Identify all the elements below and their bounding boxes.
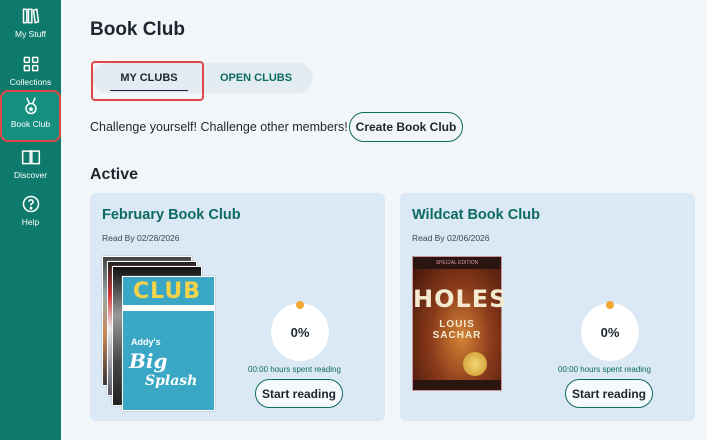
cover-club-word: CLUB bbox=[133, 279, 202, 304]
tab-underline bbox=[110, 89, 188, 91]
challenge-text: Challenge yourself! Challenge other memb… bbox=[90, 120, 348, 134]
progress-indicator bbox=[606, 301, 614, 309]
sidebar-item-label: Help bbox=[21, 217, 40, 227]
tab-label: MY CLUBS bbox=[120, 72, 178, 84]
club-tabs: MY CLUBS OPEN CLUBS bbox=[91, 61, 313, 101]
club-title[interactable]: February Book Club bbox=[102, 207, 241, 223]
cover-title-bottom: Splash bbox=[145, 373, 198, 389]
sidebar-item-label: Collections bbox=[9, 77, 52, 87]
book-cover: CLUB Addy's Big Splash bbox=[122, 276, 215, 411]
tab-label: OPEN CLUBS bbox=[219, 72, 293, 84]
book-cover-stack[interactable]: CLUB Addy's Big Splash bbox=[102, 256, 217, 416]
club-due-date: Read By 02/28/2026 bbox=[102, 233, 180, 243]
sidebar-item-label: Discover bbox=[13, 170, 48, 180]
club-card: Wildcat Book Club Read By 02/06/2026 SPE… bbox=[400, 193, 695, 421]
help-icon bbox=[22, 195, 39, 213]
progress-indicator bbox=[296, 301, 304, 309]
start-reading-button[interactable]: Start reading bbox=[255, 379, 343, 408]
cover-title-mid: Big bbox=[129, 349, 168, 373]
cover-title-top: Addy's bbox=[131, 337, 161, 347]
active-section-title: Active bbox=[90, 166, 139, 183]
sidebar-item-help[interactable]: Help bbox=[0, 190, 61, 238]
hours-spent: 00:00 hours spent reading bbox=[558, 365, 651, 374]
tab-open-clubs[interactable]: OPEN CLUBS bbox=[202, 63, 310, 93]
club-card: February Book Club Read By 02/28/2026 CL… bbox=[90, 193, 385, 421]
tab-my-clubs[interactable]: MY CLUBS bbox=[95, 63, 203, 93]
sidebar: My Stuff Collections Book Club Discover … bbox=[0, 0, 61, 440]
cover-footer bbox=[413, 380, 501, 390]
club-title[interactable]: Wildcat Book Club bbox=[412, 207, 540, 223]
main-content: Book Club MY CLUBS OPEN CLUBS Challenge … bbox=[61, 0, 707, 440]
cover-author: LOUIS SACHAR bbox=[432, 319, 482, 341]
start-reading-button[interactable]: Start reading bbox=[565, 379, 653, 408]
cover-title: HOLES bbox=[413, 285, 508, 313]
hours-spent: 00:00 hours spent reading bbox=[248, 365, 341, 374]
club-due-date: Read By 02/06/2026 bbox=[412, 233, 490, 243]
book-cover[interactable]: SPECIAL EDITION HOLES LOUIS SACHAR bbox=[412, 256, 508, 391]
grid-icon bbox=[23, 56, 38, 72]
page-title: Book Club bbox=[90, 19, 185, 40]
cover-stripe bbox=[123, 305, 214, 311]
medal-icon bbox=[24, 97, 37, 115]
award-medal-icon bbox=[463, 352, 487, 376]
sidebar-item-label: Book Club bbox=[10, 119, 51, 129]
sidebar-item-discover[interactable]: Discover bbox=[0, 143, 61, 191]
create-book-club-button[interactable]: Create Book Club bbox=[349, 112, 463, 142]
books-icon bbox=[22, 8, 39, 24]
cover-edition: SPECIAL EDITION bbox=[413, 257, 501, 269]
progress-circle: 0% bbox=[271, 303, 329, 361]
progress-circle: 0% bbox=[581, 303, 639, 361]
sidebar-item-my-stuff[interactable]: My Stuff bbox=[0, 2, 61, 50]
sidebar-item-collections[interactable]: Collections bbox=[0, 50, 61, 98]
sidebar-item-book-club[interactable]: Book Club bbox=[0, 90, 61, 142]
open-book-icon bbox=[21, 150, 40, 165]
sidebar-item-label: My Stuff bbox=[14, 29, 47, 39]
